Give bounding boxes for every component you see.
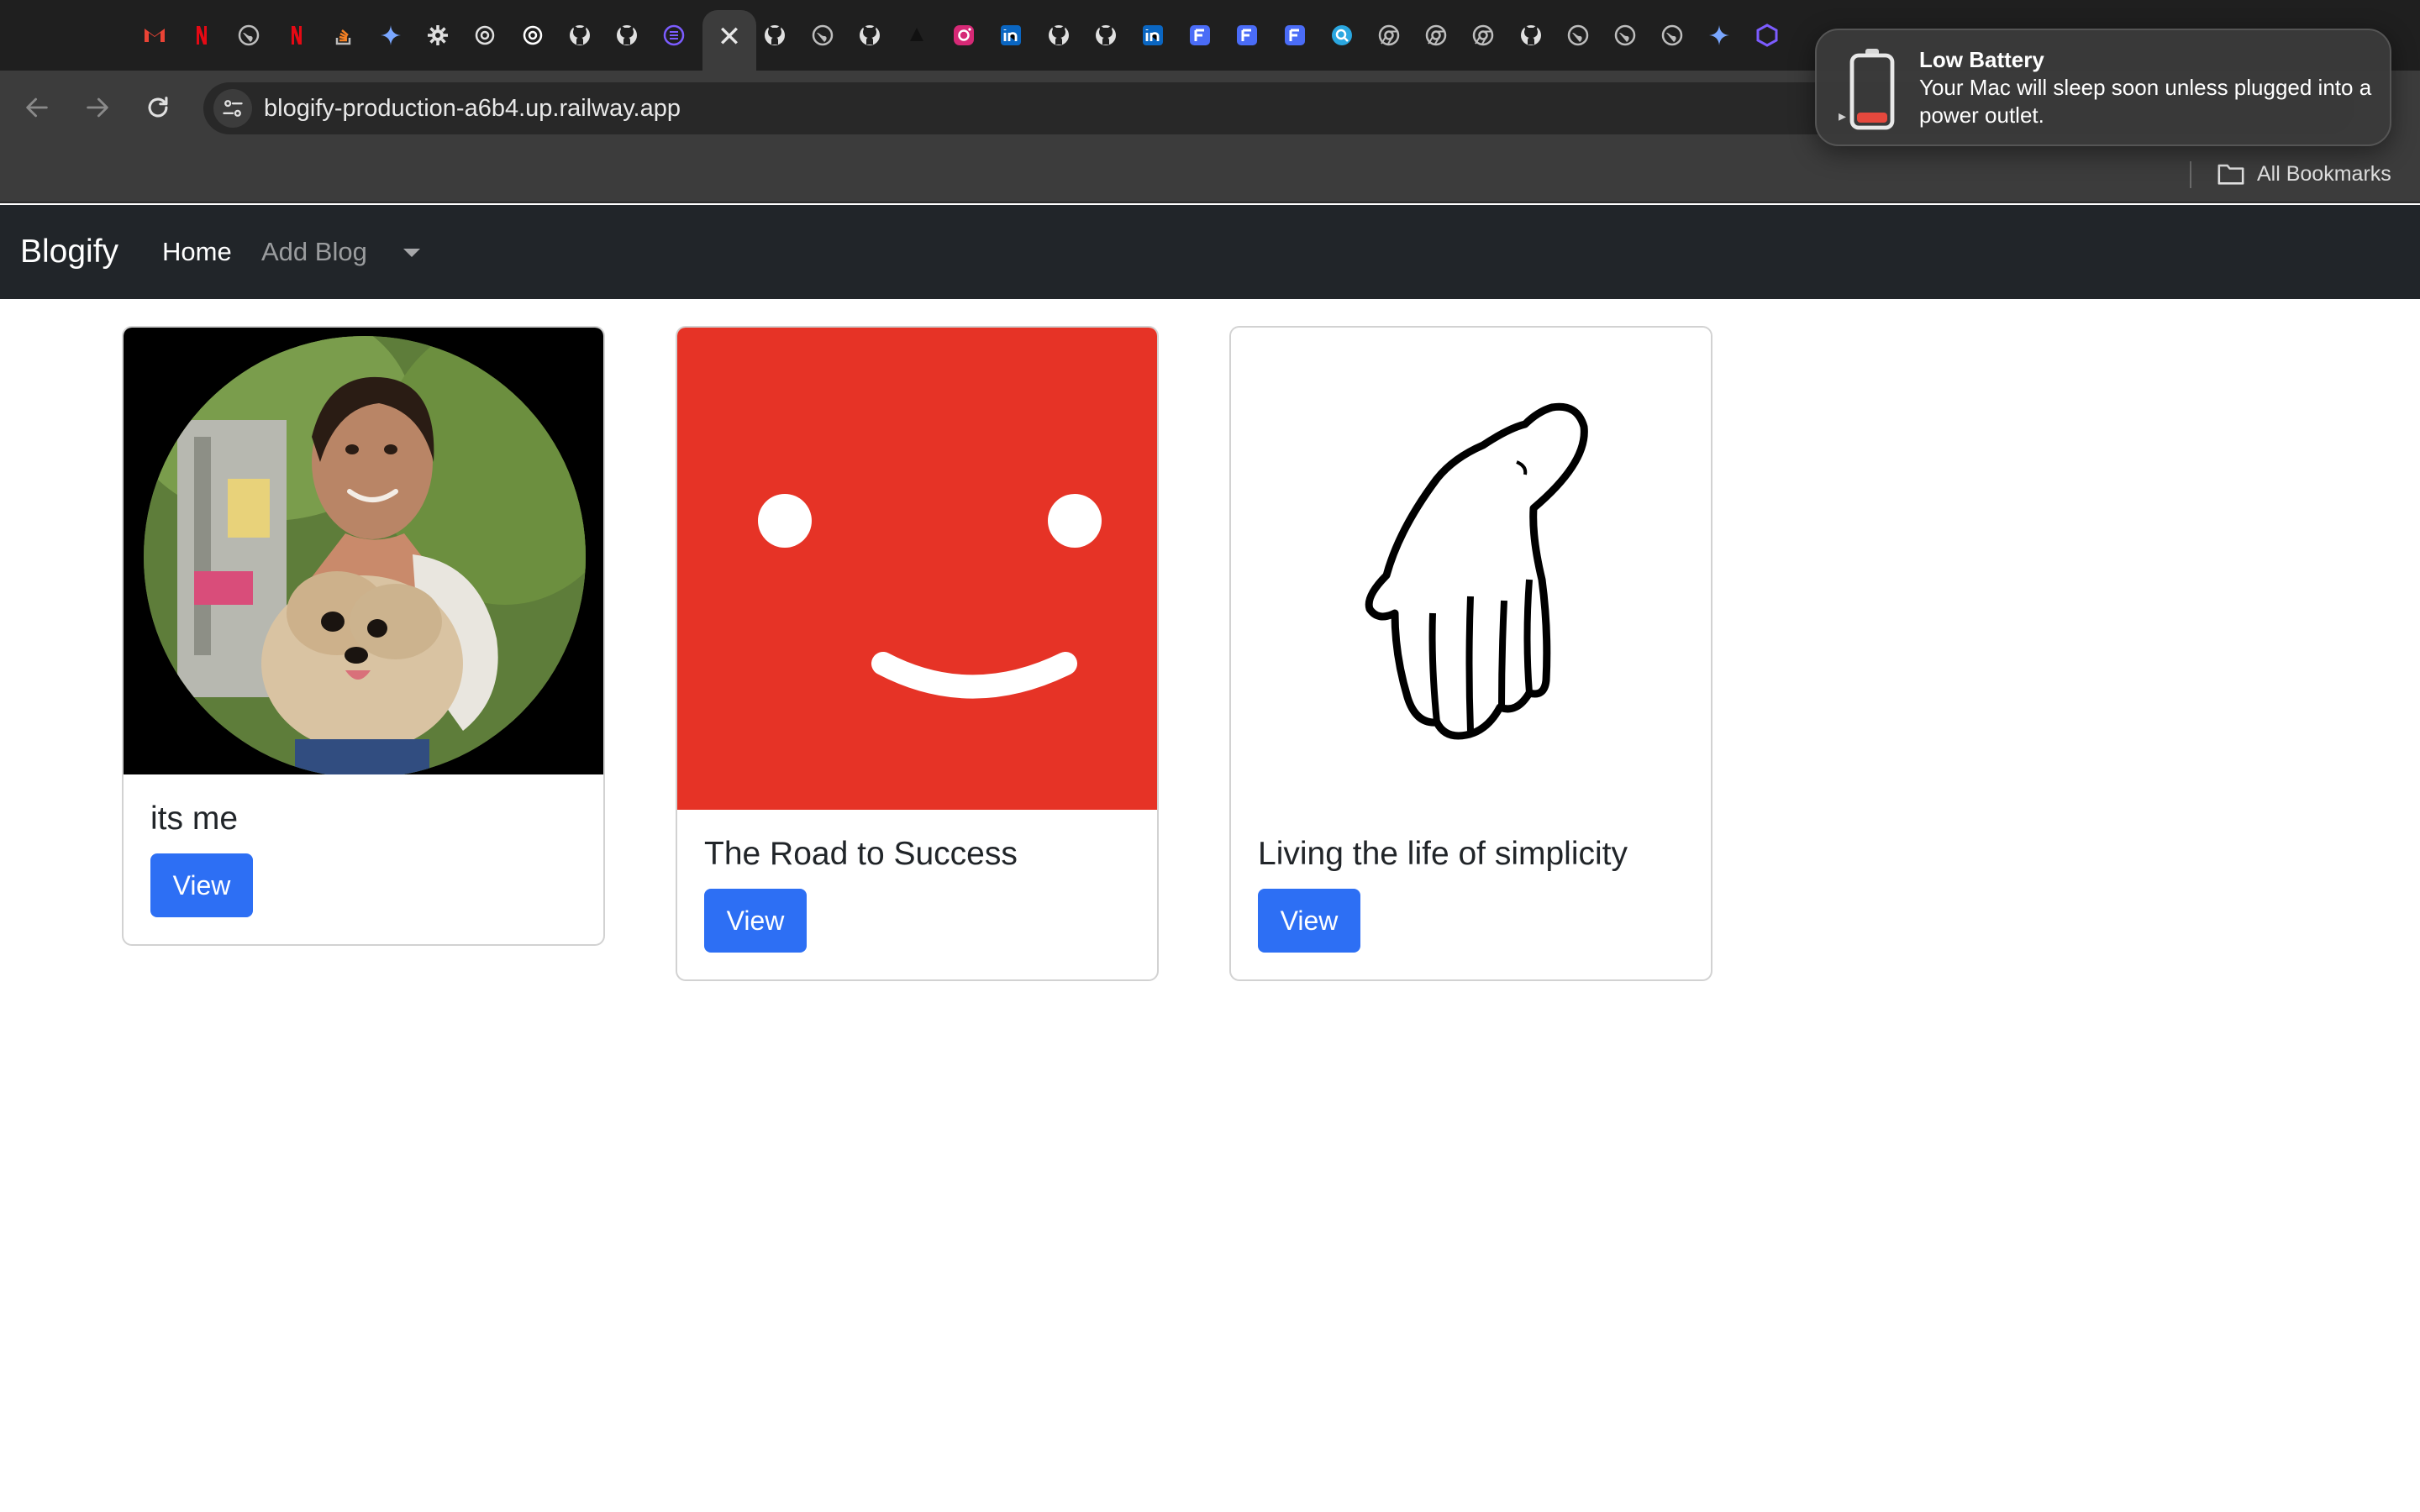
gmail-icon[interactable] [139, 20, 170, 50]
notification-title: Low Battery [1919, 47, 2044, 72]
hexagon-icon[interactable] [1752, 20, 1782, 50]
globe-icon[interactable] [234, 20, 264, 50]
globe-icon[interactable] [808, 20, 838, 50]
blog-card: its me View [122, 326, 605, 946]
github-icon[interactable] [1516, 20, 1546, 50]
linkedin-icon[interactable] [1138, 20, 1168, 50]
battery-low-icon [1849, 49, 1895, 130]
github-icon[interactable] [612, 20, 642, 50]
tab-close-icon[interactable]: ✕ [702, 20, 756, 54]
github-icon[interactable] [565, 20, 595, 50]
nav-dropdown-caret-icon[interactable] [403, 249, 420, 257]
view-button[interactable]: View [704, 889, 807, 953]
globe-icon[interactable] [1610, 20, 1640, 50]
arrow-right-icon [87, 97, 108, 118]
card-image-smiley [677, 328, 1157, 810]
expand-caret-icon[interactable]: ▸ [1839, 108, 1846, 125]
reload-button[interactable] [138, 87, 178, 128]
netflix-icon[interactable] [281, 20, 312, 50]
gear-icon[interactable] [423, 20, 453, 50]
back-button[interactable] [17, 87, 57, 128]
github-icon[interactable] [1044, 20, 1074, 50]
nav-home-link[interactable]: Home [162, 205, 232, 299]
gemini-icon[interactable] [376, 20, 406, 50]
folder-icon [2217, 164, 2244, 185]
instagram-icon[interactable] [949, 20, 979, 50]
chrome-icon[interactable] [1468, 20, 1498, 50]
card-title: its me [150, 801, 239, 837]
card-title: The Road to Success [704, 836, 1018, 872]
low-battery-notification[interactable]: ▸ Low Battery Your Mac will sleep soon u… [1815, 29, 2391, 146]
stackoverflow-icon[interactable] [329, 20, 359, 50]
blog-card: Living the life of simplicity View [1229, 326, 1712, 981]
chrome-icon[interactable] [1374, 20, 1404, 50]
chrome-icon[interactable] [1421, 20, 1451, 50]
all-bookmarks-label: All Bookmarks [2257, 161, 2391, 186]
globe-icon[interactable] [1657, 20, 1687, 50]
github-icon[interactable] [855, 20, 885, 50]
search-app-icon[interactable] [1327, 20, 1357, 50]
forward-button[interactable] [77, 87, 118, 128]
card-body: its me View [124, 774, 603, 944]
view-button[interactable]: View [1258, 889, 1360, 953]
card-body: The Road to Success View [677, 810, 1157, 979]
portrait-illustration [144, 336, 586, 774]
forms-icon[interactable] [1280, 20, 1310, 50]
all-bookmarks-button[interactable]: All Bookmarks [2217, 156, 2391, 192]
portrait-photo [144, 336, 586, 774]
card-title: Living the life of simplicity [1258, 836, 1628, 872]
card-image-hand [1231, 328, 1711, 810]
url-text[interactable]: blogify-production-a6b4.up.railway.app [264, 82, 681, 134]
blog-card: The Road to Success View [676, 326, 1159, 981]
chatgpt-icon[interactable] [518, 20, 548, 50]
card-image-portrait [124, 328, 603, 774]
chatgpt-icon[interactable] [470, 20, 500, 50]
active-tab[interactable]: ✕ [702, 10, 756, 71]
brain-icon[interactable] [659, 20, 689, 50]
reload-icon [148, 97, 168, 118]
arrow-left-icon [26, 97, 48, 118]
netflix-icon[interactable] [187, 20, 217, 50]
github-icon[interactable] [760, 20, 790, 50]
nav-add-blog-link[interactable]: Add Blog [261, 205, 367, 299]
smiley-face-illustration [758, 494, 1102, 699]
globe-icon[interactable] [1563, 20, 1593, 50]
hand-illustration [1365, 402, 1588, 740]
tune-icon [223, 100, 243, 117]
triangle-icon[interactable] [902, 20, 932, 50]
bookmarks-divider [2190, 161, 2191, 188]
gemini-icon[interactable] [1704, 20, 1734, 50]
linkedin-icon[interactable] [996, 20, 1026, 50]
view-button[interactable]: View [150, 853, 253, 917]
card-body: Living the life of simplicity View [1231, 810, 1711, 979]
site-brand[interactable]: Blogify [20, 205, 118, 299]
github-icon[interactable] [1091, 20, 1121, 50]
forms-icon[interactable] [1232, 20, 1262, 50]
site-info-button[interactable] [213, 89, 252, 128]
site-navbar: Blogify Home Add Blog [0, 205, 2420, 299]
notification-body: Your Mac will sleep soon unless plugged … [1919, 75, 2372, 128]
forms-icon[interactable] [1185, 20, 1215, 50]
bookmarks-bar: All Bookmarks [0, 144, 2420, 203]
